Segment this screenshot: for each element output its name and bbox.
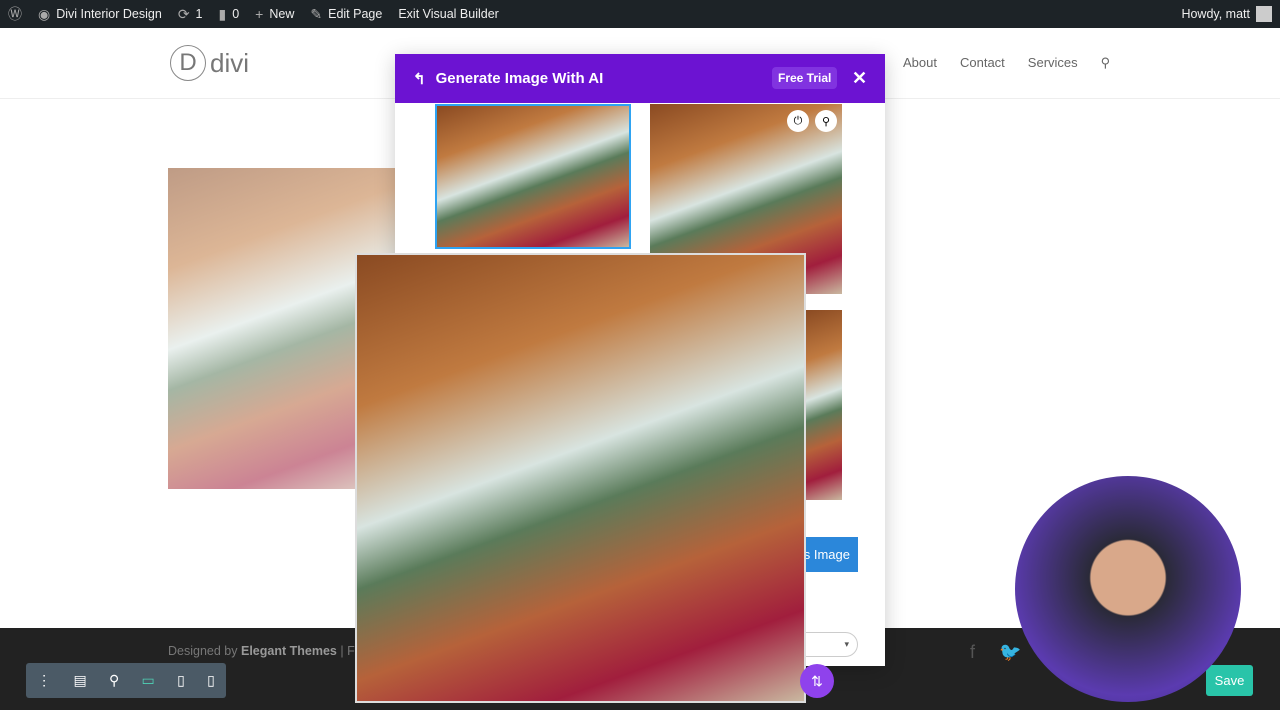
refresh-icon: ⟳ bbox=[177, 5, 190, 22]
site-logo[interactable]: Ddivi bbox=[170, 45, 249, 81]
builder-view-toolbar: ⋮ ▤ ⚲ ▭ ▯ ▯ bbox=[26, 663, 226, 698]
plus-icon: + bbox=[255, 6, 264, 22]
credit-prefix: Designed by bbox=[168, 644, 238, 658]
exit-visual-builder-link[interactable]: Exit Visual Builder bbox=[390, 0, 507, 28]
download-icon[interactable]: ⏻ bbox=[787, 110, 809, 132]
edit-label: Edit Page bbox=[328, 7, 383, 21]
updates-link[interactable]: ⟳ 1 bbox=[170, 0, 211, 28]
avatar bbox=[1256, 6, 1272, 22]
modal-title: Generate Image With AI bbox=[435, 70, 604, 87]
footer-credit: Designed by Elegant Themes | F bbox=[168, 644, 355, 658]
admin-bar: Ⓦ ◉ Divi Interior Design ⟳ 1 ▮ 0 + New ✎ Edit… bbox=[0, 0, 1280, 28]
dashboard-icon: ◉ bbox=[38, 5, 51, 22]
logo-text: divi bbox=[210, 47, 250, 78]
credit-brand[interactable]: Elegant Themes bbox=[241, 644, 337, 658]
account-menu[interactable]: Howdy, matt bbox=[1181, 0, 1272, 28]
facebook-icon[interactable]: f bbox=[970, 642, 975, 663]
nav-services[interactable]: Services bbox=[1028, 55, 1078, 71]
nav-about[interactable]: About bbox=[903, 55, 937, 71]
back-icon[interactable]: ↰ bbox=[413, 70, 426, 88]
site-name: Divi Interior Design bbox=[56, 7, 162, 21]
pencil-icon: ✎ bbox=[310, 5, 323, 22]
generated-image-thumb[interactable] bbox=[435, 104, 631, 249]
comments-count: 0 bbox=[232, 7, 240, 21]
new-link[interactable]: + New bbox=[247, 0, 302, 28]
nav-contact[interactable]: Contact bbox=[960, 55, 1005, 71]
desktop-view-icon[interactable]: ▭ bbox=[142, 672, 155, 689]
main-nav: About Contact Services ⚲ bbox=[903, 55, 1110, 71]
modal-header: ↰ Generate Image With AI Free Trial ✕ bbox=[395, 54, 885, 103]
wordpress-logo-icon[interactable]: Ⓦ bbox=[0, 0, 30, 28]
twitter-icon[interactable]: 🐦 bbox=[999, 642, 1021, 663]
layers-icon[interactable]: ▤ bbox=[73, 672, 86, 689]
webcam-overlay bbox=[1015, 476, 1241, 702]
save-button[interactable]: Save bbox=[1206, 665, 1253, 696]
free-trial-button[interactable]: Free Trial bbox=[772, 67, 838, 89]
comments-link[interactable]: ▮ 0 bbox=[211, 0, 248, 28]
zoom-icon[interactable]: ⚲ bbox=[815, 110, 837, 132]
image-preview[interactable] bbox=[355, 253, 806, 703]
sort-icon[interactable]: ⇅ bbox=[800, 664, 834, 698]
phone-view-icon[interactable]: ▯ bbox=[207, 672, 215, 689]
menu-dots-icon[interactable]: ⋮ bbox=[37, 672, 51, 689]
new-label: New bbox=[269, 7, 295, 21]
updates-count: 1 bbox=[195, 7, 203, 21]
zoom-icon[interactable]: ⚲ bbox=[109, 672, 119, 689]
comment-icon: ▮ bbox=[218, 5, 227, 22]
tablet-view-icon[interactable]: ▯ bbox=[177, 672, 185, 689]
logo-mark: D bbox=[170, 45, 206, 81]
edit-page-link[interactable]: ✎ Edit Page bbox=[302, 0, 390, 28]
howdy-label: Howdy, matt bbox=[1181, 7, 1250, 21]
generated-image-thumb[interactable] bbox=[805, 310, 842, 500]
close-icon[interactable]: ✕ bbox=[852, 68, 867, 89]
search-icon[interactable]: ⚲ bbox=[1101, 55, 1111, 71]
site-name-link[interactable]: ◉ Divi Interior Design bbox=[30, 0, 170, 28]
credit-sep: | F bbox=[340, 644, 355, 658]
social-links: f 🐦 bbox=[970, 642, 1021, 663]
